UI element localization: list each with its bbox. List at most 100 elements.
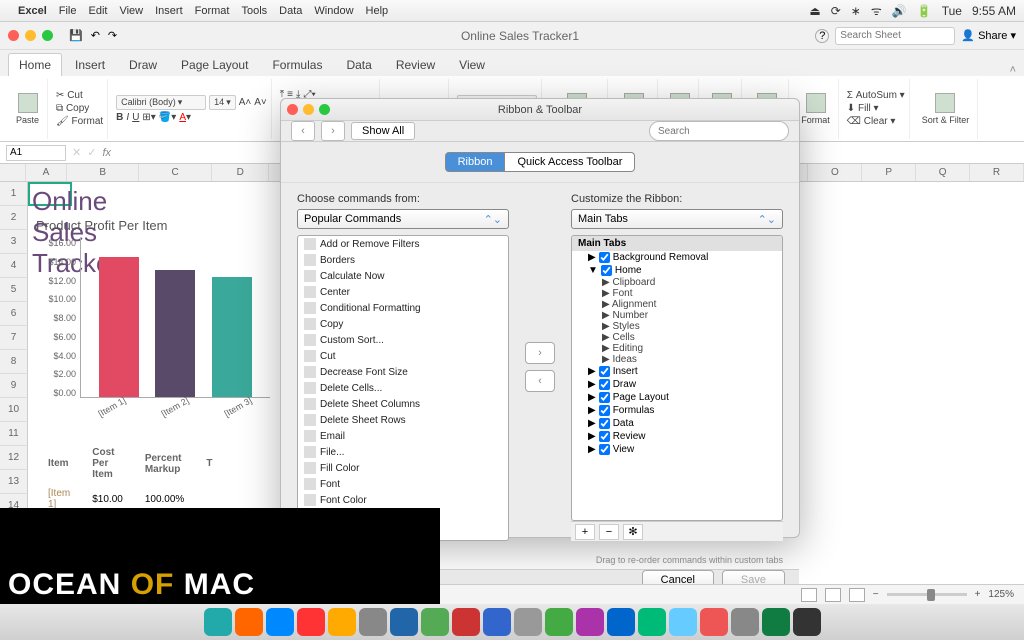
tree-item[interactable]: ▶ View xyxy=(572,443,782,456)
col-item[interactable]: Item xyxy=(38,444,80,483)
tree-item[interactable]: ▶ Background Removal xyxy=(572,251,782,264)
command-item[interactable]: Font xyxy=(298,476,508,492)
customize-ribbon-select[interactable]: Main Tabs⌃⌄ xyxy=(571,209,783,229)
chart-bar[interactable] xyxy=(99,257,139,397)
tree-item[interactable]: ▶ Page Layout xyxy=(572,391,782,404)
row-head[interactable]: 11 xyxy=(0,422,28,446)
menu-view[interactable]: View xyxy=(119,5,143,17)
fill-button[interactable]: ⬇ Fill ▾ xyxy=(847,103,879,114)
save-icon[interactable]: 💾 xyxy=(69,29,83,42)
menu-edit[interactable]: Edit xyxy=(88,5,107,17)
command-item[interactable]: Calculate Now xyxy=(298,268,508,284)
row-head[interactable]: 9 xyxy=(0,374,28,398)
dock-app-icon[interactable] xyxy=(669,608,697,636)
dock-app-icon[interactable] xyxy=(607,608,635,636)
command-item[interactable]: Cut xyxy=(298,348,508,364)
dock-app-icon[interactable] xyxy=(390,608,418,636)
chart-bar[interactable] xyxy=(212,277,252,397)
dock-app-icon[interactable] xyxy=(421,608,449,636)
tree-subitem[interactable]: ▶ Ideas xyxy=(572,354,782,365)
col-head[interactable]: P xyxy=(862,164,916,181)
tab-view[interactable]: View xyxy=(448,53,496,76)
tree-subitem[interactable]: ▶ Editing xyxy=(572,343,782,354)
ribbon-tree[interactable]: Main Tabs ▶ Background Removal▼ Home▶ Cl… xyxy=(571,235,783,521)
add-tab-button[interactable]: + xyxy=(575,524,595,540)
row-head[interactable]: 12 xyxy=(0,446,28,470)
collapse-ribbon-icon[interactable]: ˄ xyxy=(1010,64,1016,76)
fx-icon[interactable]: fx xyxy=(102,147,111,159)
dock-app-icon[interactable] xyxy=(359,608,387,636)
close-window-icon[interactable] xyxy=(8,30,19,41)
forward-button[interactable]: › xyxy=(321,121,345,141)
underline-button[interactable]: U xyxy=(132,112,139,123)
tree-subitem[interactable]: ▶ Number xyxy=(572,310,782,321)
menu-file[interactable]: File xyxy=(59,5,77,17)
tree-subitem[interactable]: ▶ Alignment xyxy=(572,299,782,310)
command-item[interactable]: Center xyxy=(298,284,508,300)
tab-home[interactable]: Home xyxy=(8,53,62,76)
redo-icon[interactable]: ↷ xyxy=(108,29,117,42)
commands-from-select[interactable]: Popular Commands⌃⌄ xyxy=(297,209,509,229)
tab-quick-access[interactable]: Quick Access Toolbar xyxy=(505,152,635,172)
page-layout-view-icon[interactable] xyxy=(825,588,841,602)
tab-draw[interactable]: Draw xyxy=(118,53,168,76)
menu-format[interactable]: Format xyxy=(195,5,230,17)
tab-formulas[interactable]: Formulas xyxy=(261,53,333,76)
row-head[interactable]: 5 xyxy=(0,278,28,302)
font-select[interactable]: Calibri (Body) ▾ xyxy=(116,95,206,110)
help-icon[interactable]: ? xyxy=(815,29,829,43)
command-item[interactable]: Borders xyxy=(298,252,508,268)
wifi-icon[interactable]: ᯤ xyxy=(871,2,882,19)
zoom-level[interactable]: 125% xyxy=(988,589,1014,600)
dock-app-icon[interactable] xyxy=(483,608,511,636)
dock-app-icon[interactable] xyxy=(514,608,542,636)
dialog-minimize-icon[interactable] xyxy=(303,104,314,115)
format-painter-icon[interactable]: 🖌 Format xyxy=(56,116,103,127)
zoom-out-icon[interactable]: − xyxy=(873,589,879,600)
volume-icon[interactable]: 🔊 xyxy=(892,4,907,18)
dock-app-icon[interactable] xyxy=(762,608,790,636)
paste-button[interactable]: Paste xyxy=(12,93,43,125)
tree-item[interactable]: ▶ Draw xyxy=(572,378,782,391)
tab-data[interactable]: Data xyxy=(335,53,382,76)
row-head[interactable]: 8 xyxy=(0,350,28,374)
row-head[interactable]: 10 xyxy=(0,398,28,422)
shrink-font-icon[interactable]: A˅ xyxy=(254,97,267,108)
accept-formula-icon[interactable]: ✓ xyxy=(87,146,96,159)
command-item[interactable]: Fill Color xyxy=(298,460,508,476)
add-command-button[interactable]: › xyxy=(525,342,555,364)
back-button[interactable]: ‹ xyxy=(291,121,315,141)
chart-bar[interactable] xyxy=(155,270,195,397)
row-head[interactable]: 13 xyxy=(0,470,28,494)
bold-button[interactable]: B xyxy=(116,112,123,123)
tree-item[interactable]: ▶ Formulas xyxy=(572,404,782,417)
minimize-window-icon[interactable] xyxy=(25,30,36,41)
tree-item[interactable]: ▼ Home xyxy=(572,264,782,277)
col-head[interactable]: R xyxy=(970,164,1024,181)
dock-app-icon[interactable] xyxy=(576,608,604,636)
col-head[interactable]: O xyxy=(808,164,862,181)
row-head[interactable]: 7 xyxy=(0,326,28,350)
copy-icon[interactable]: ⧉ Copy xyxy=(56,103,89,114)
zoom-slider[interactable] xyxy=(887,593,967,596)
format-cells-button[interactable]: Format xyxy=(797,93,834,125)
zoom-in-icon[interactable]: + xyxy=(975,589,981,600)
tab-review[interactable]: Review xyxy=(385,53,446,76)
tree-subitem[interactable]: ▶ Font xyxy=(572,288,782,299)
dock-app-icon[interactable] xyxy=(452,608,480,636)
name-box[interactable] xyxy=(6,145,66,161)
tree-subitem[interactable]: ▶ Clipboard xyxy=(572,277,782,288)
show-all-button[interactable]: Show All xyxy=(351,122,415,140)
command-item[interactable]: Custom Sort... xyxy=(298,332,508,348)
dock-app-icon[interactable] xyxy=(297,608,325,636)
commands-list[interactable]: Add or Remove FiltersBordersCalculate No… xyxy=(297,235,509,541)
dock-app-icon[interactable] xyxy=(266,608,294,636)
col-head[interactable]: C xyxy=(139,164,211,181)
command-item[interactable]: Copy xyxy=(298,316,508,332)
clear-button[interactable]: ⌫ Clear ▾ xyxy=(847,116,896,127)
airplay-icon[interactable]: ⏏ xyxy=(809,4,820,18)
fill-color-button[interactable]: 🪣▾ xyxy=(159,112,176,123)
row-head[interactable]: 6 xyxy=(0,302,28,326)
settings-button[interactable]: ✻ xyxy=(623,524,643,540)
menu-data[interactable]: Data xyxy=(279,5,302,17)
